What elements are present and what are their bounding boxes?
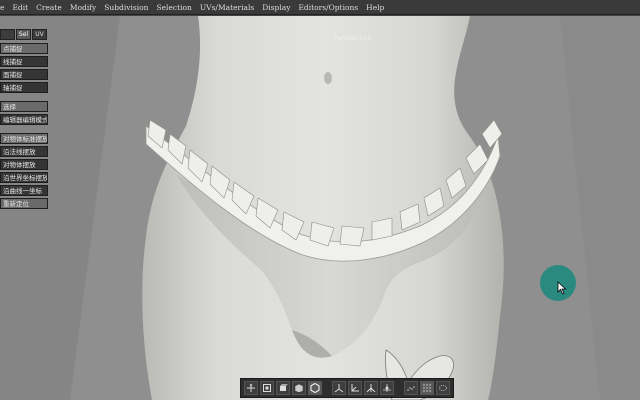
reposition-button[interactable]: 重新定位 [0, 198, 48, 209]
mouse-cursor-icon [557, 281, 567, 295]
rotate-icon[interactable] [276, 381, 290, 395]
tab-sel[interactable]: Sel [16, 29, 31, 40]
perspective-viewport[interactable]: Perspective [0, 16, 640, 400]
viewport-label: Perspective [334, 34, 372, 42]
place-world-button[interactable]: 沿世界坐标摆放 [0, 172, 48, 183]
tripod-icon[interactable] [364, 381, 378, 395]
mode-tabs: Sel UV [0, 29, 48, 40]
snap-edge-button[interactable]: 线捕捉 [0, 56, 48, 67]
lasso-icon[interactable] [436, 381, 450, 395]
menu-item-edit[interactable]: Edit [12, 3, 28, 12]
place-object-button[interactable]: 对物体摆放 [0, 159, 48, 170]
scale-icon[interactable] [260, 381, 274, 395]
snap-point-button[interactable]: 点捕捉 [0, 43, 48, 54]
menu-item-create[interactable]: Create [36, 3, 62, 12]
tab-uv[interactable]: UV [32, 29, 47, 40]
pivot-icon[interactable] [348, 381, 362, 395]
menu-item-selection[interactable]: Selection [156, 3, 191, 12]
left-tool-panel: Sel UV 点捕捉 线捕捉 面捕捉 轴捕捉 选择 编辑器编辑模式 对物体标准摆… [0, 29, 48, 211]
menu-item-subdivision[interactable]: Subdivision [104, 3, 148, 12]
snap-face-button[interactable]: 面捕捉 [0, 69, 48, 80]
joint-icon[interactable] [380, 381, 394, 395]
menu-item-editors-options[interactable]: Editors/Options [298, 3, 358, 12]
grid-icon[interactable] [420, 381, 434, 395]
place-normal-button[interactable]: 沿法线摆放 [0, 146, 48, 157]
menu-item-modify[interactable]: Modify [70, 3, 96, 12]
move-icon[interactable] [244, 381, 258, 395]
hexagon-icon[interactable] [308, 381, 322, 395]
editor-mode-button[interactable]: 编辑器编辑模式 [0, 114, 48, 125]
menu-item-display[interactable]: Display [262, 3, 290, 12]
snap-axis-button[interactable]: 轴捕捉 [0, 82, 48, 93]
menu-item-help[interactable]: Help [366, 3, 384, 12]
menu-item-uvs-materials[interactable]: UVs/Materials [200, 3, 254, 12]
dots-icon[interactable] [404, 381, 418, 395]
model-render [0, 16, 640, 400]
axis-icon[interactable] [332, 381, 346, 395]
cube-icon[interactable] [292, 381, 306, 395]
place-standard-button[interactable]: 对物体标准摆放 [0, 133, 48, 144]
place-curve-button[interactable]: 沿曲线一坐标 [0, 185, 48, 196]
bottom-tool-shelf [240, 378, 454, 398]
tab-mode-default[interactable] [0, 29, 15, 40]
menu-bar: e Edit Create Modify Subdivision Selecti… [0, 0, 640, 15]
select-button[interactable]: 选择 [0, 101, 48, 112]
menu-item-e[interactable]: e [0, 3, 4, 12]
